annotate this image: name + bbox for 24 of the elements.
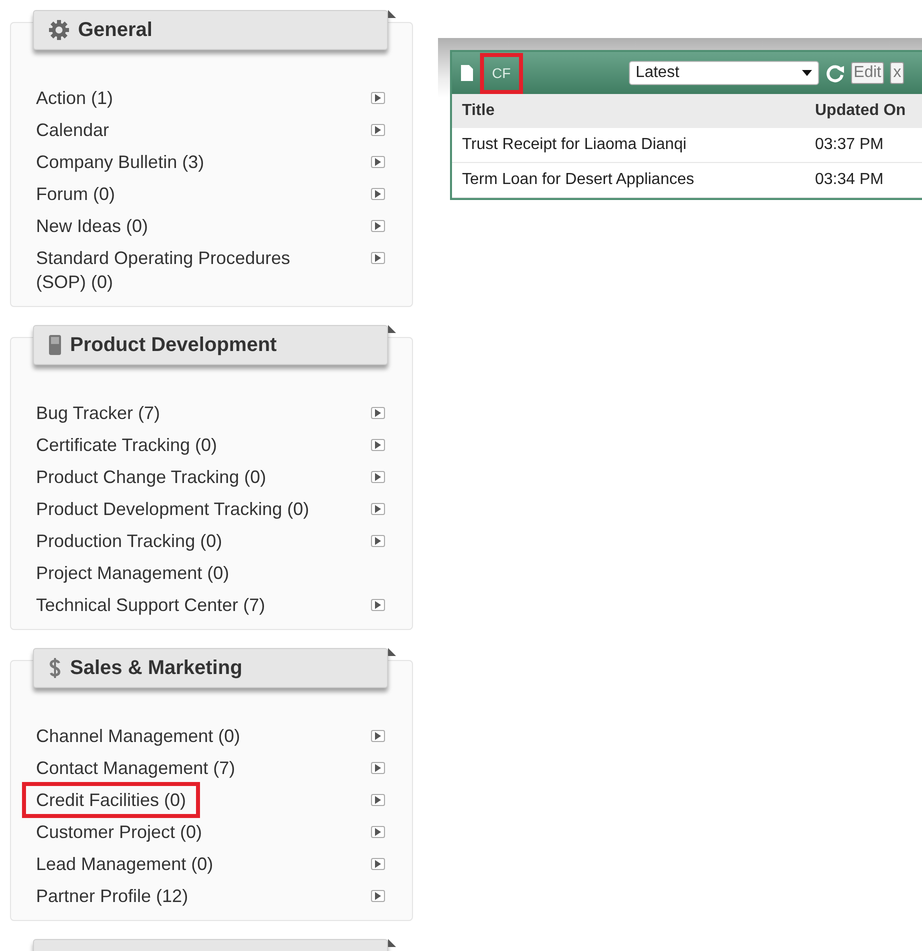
caret-icon bbox=[802, 70, 812, 76]
dollar-icon bbox=[48, 657, 62, 679]
phone-icon bbox=[48, 334, 62, 356]
panel-title: General bbox=[78, 18, 152, 43]
panel-title: Sales & Marketing bbox=[70, 656, 242, 681]
document-icon bbox=[460, 64, 474, 82]
close-button[interactable]: x bbox=[890, 62, 904, 84]
column-header: Title bbox=[452, 94, 805, 128]
table-cell: Term Loan for Desert Appliances bbox=[452, 162, 805, 198]
corner-fold bbox=[388, 648, 396, 656]
table-cell: 03:37 PM bbox=[805, 128, 922, 162]
corner-fold bbox=[388, 325, 396, 333]
column-header: Updated On bbox=[805, 94, 922, 128]
widget-title: CF bbox=[480, 52, 523, 94]
table-cell: 03:34 PM bbox=[805, 162, 922, 198]
panel-title: Product Development bbox=[70, 333, 277, 358]
menu-link[interactable]: Credit Facilities (0) bbox=[22, 782, 200, 818]
gear-icon bbox=[48, 19, 70, 41]
filter-dropdown[interactable]: Latest bbox=[628, 61, 819, 85]
table-cell: Trust Receipt for Liaoma Dianqi bbox=[452, 128, 805, 162]
corner-fold bbox=[388, 939, 396, 947]
corner-fold bbox=[388, 10, 396, 18]
refresh-icon[interactable] bbox=[824, 63, 845, 83]
edit-button[interactable]: Edit bbox=[850, 62, 884, 84]
